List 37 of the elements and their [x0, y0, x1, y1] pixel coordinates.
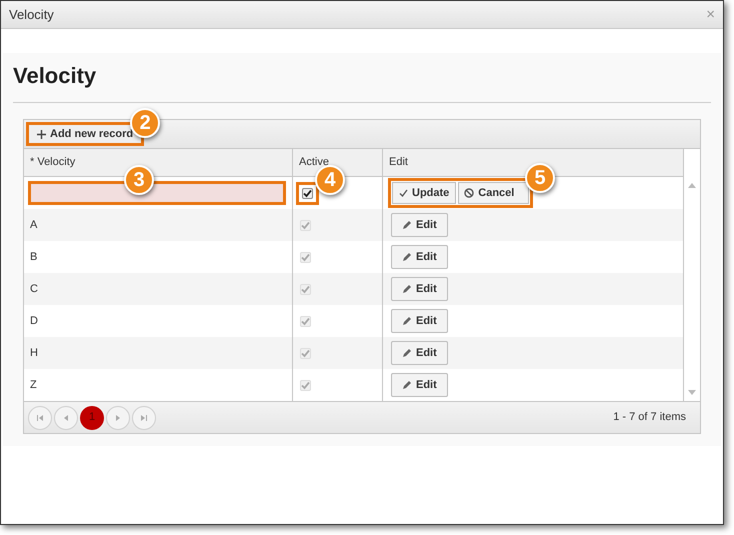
checkbox[interactable]: [300, 220, 311, 230]
next-page-icon: [114, 414, 122, 422]
pencil-icon: [402, 316, 412, 326]
pager-button[interactable]: [54, 406, 78, 430]
cancel-icon: [464, 188, 474, 198]
plus-icon: [37, 130, 46, 138]
edit-button[interactable]: Edit: [391, 213, 448, 237]
scroll-up-icon: [688, 183, 696, 188]
pager-button[interactable]: [132, 406, 156, 430]
edit-button[interactable]: Edit: [391, 277, 448, 301]
update-button[interactable]: Update: [392, 182, 456, 204]
edit-button[interactable]: Edit: [391, 373, 448, 397]
edit-button[interactable]: Edit: [391, 245, 448, 269]
edit-button[interactable]: Edit: [391, 309, 448, 333]
cancel-button[interactable]: Cancel: [458, 182, 530, 204]
checkbox[interactable]: [300, 252, 311, 262]
pager-summary: 1 - 7 of 7 items: [613, 410, 687, 426]
edit-button[interactable]: Edit: [391, 341, 448, 365]
checkbox[interactable]: [300, 284, 311, 294]
pencil-icon: [402, 252, 412, 262]
checkmark-icon: [399, 189, 408, 197]
pencil-icon: [402, 284, 412, 294]
page-heading: Velocity: [13, 62, 98, 90]
pencil-icon: [402, 220, 412, 230]
window-title: Velocity: [9, 6, 54, 24]
pencil-icon: [402, 380, 412, 390]
previous-page-icon: [62, 414, 70, 422]
scroll-down-icon: [688, 390, 696, 395]
checkbox[interactable]: [302, 188, 313, 198]
pager-button[interactable]: [106, 406, 130, 430]
pager-button[interactable]: [28, 406, 52, 430]
first-page-icon: [36, 414, 44, 422]
checkbox[interactable]: [300, 316, 311, 326]
checkbox[interactable]: [300, 380, 311, 390]
last-page-icon: [140, 414, 148, 422]
checkbox[interactable]: [300, 348, 311, 358]
pencil-icon: [402, 348, 412, 358]
